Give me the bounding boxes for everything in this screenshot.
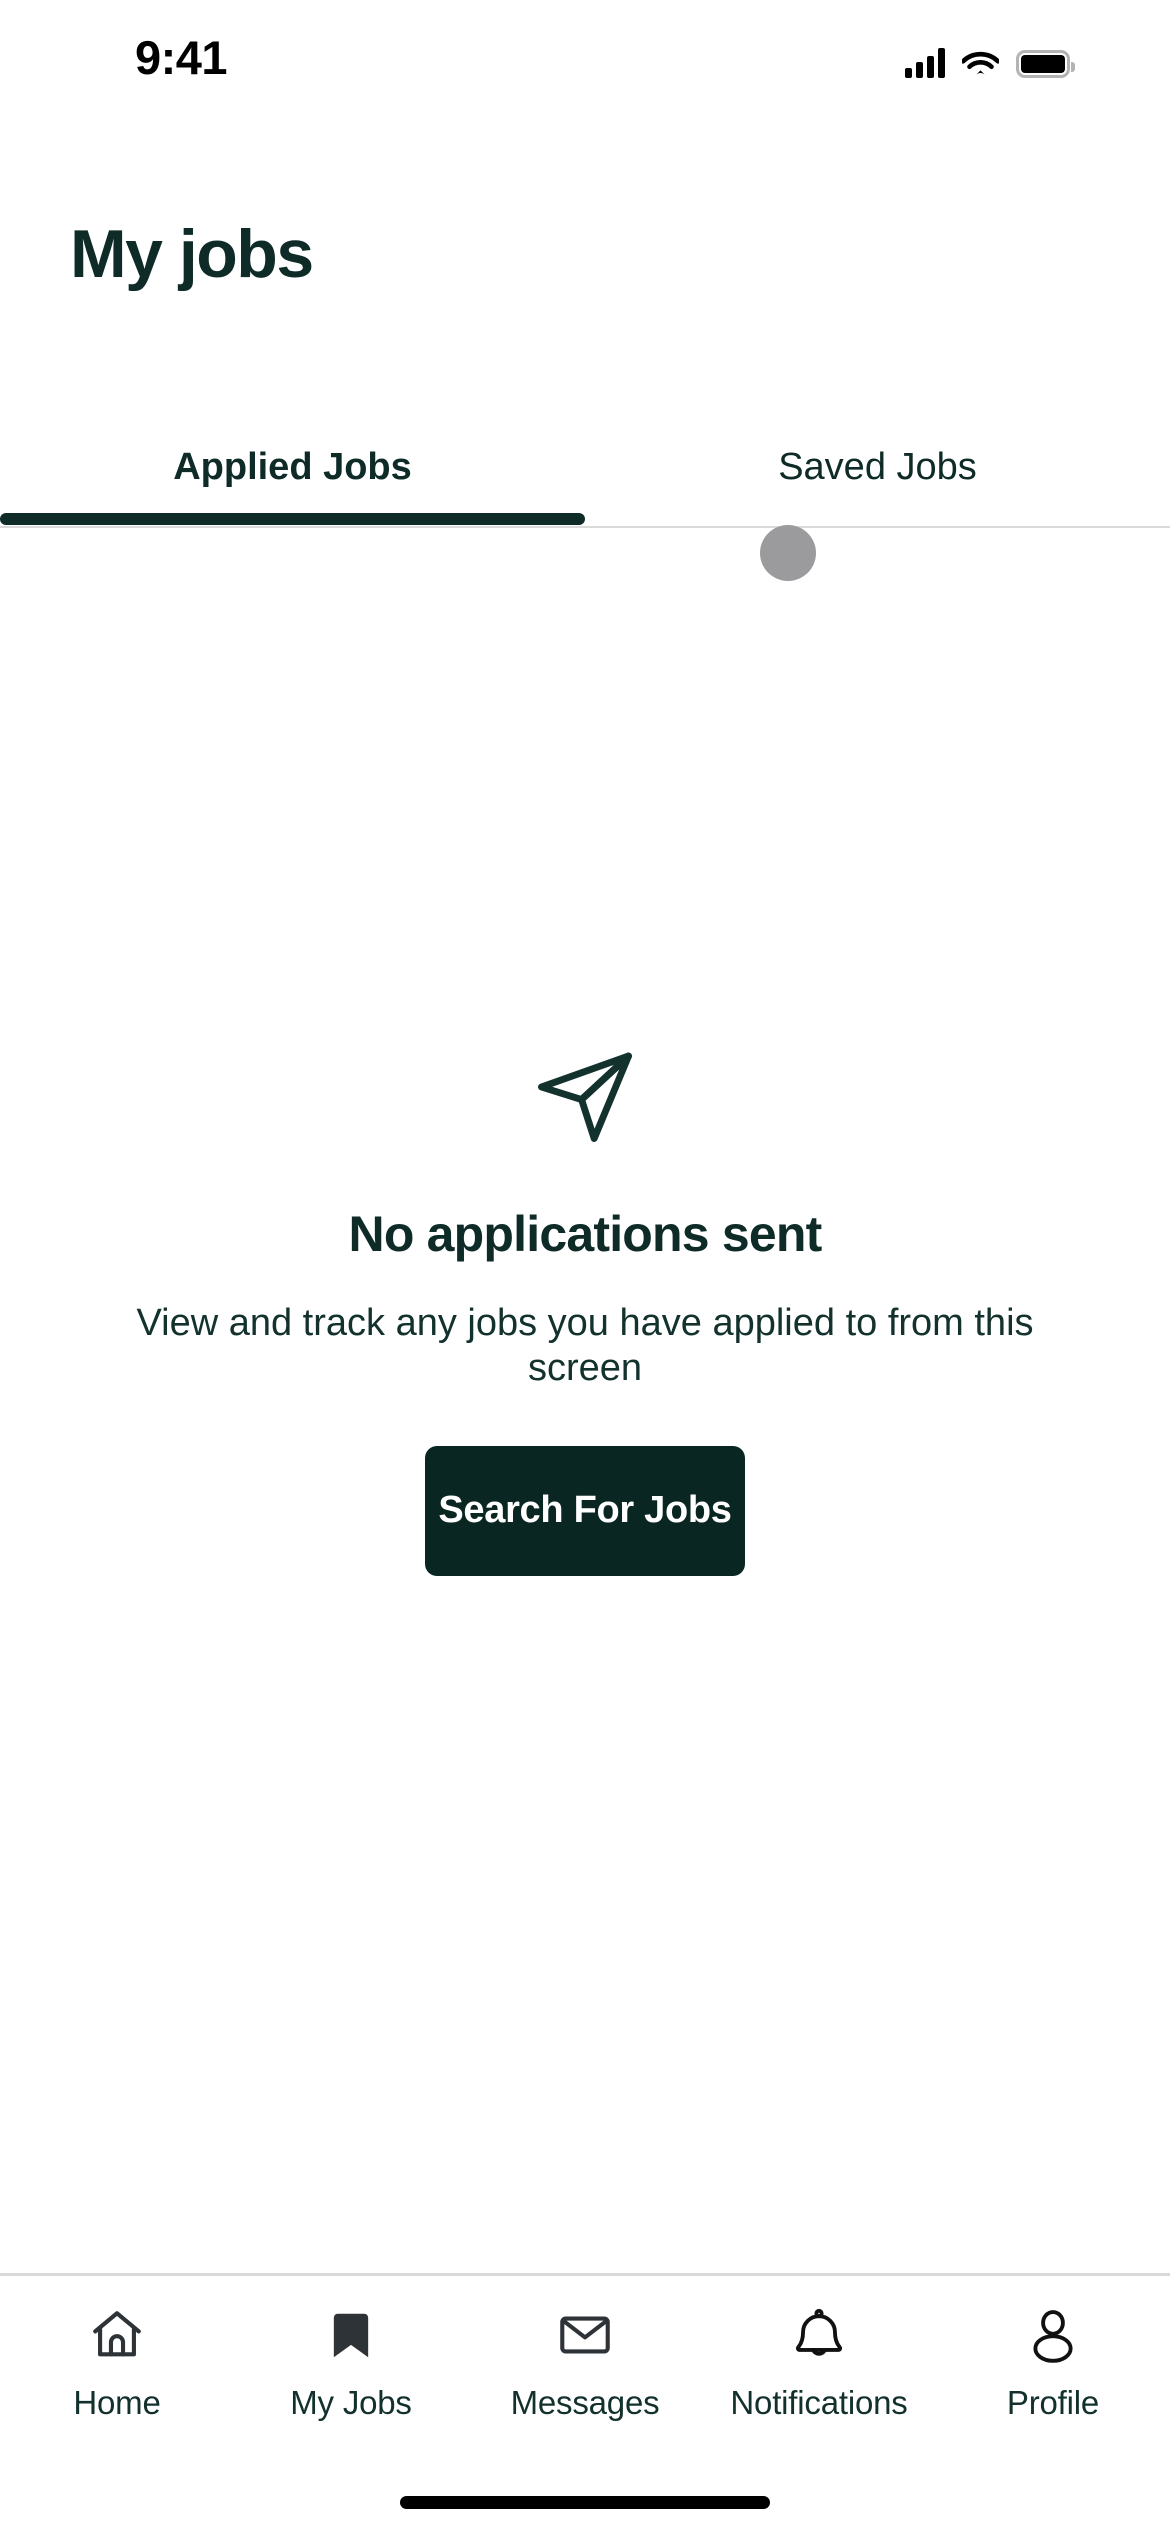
touch-pointer-indicator — [760, 525, 816, 581]
person-icon — [1022, 2304, 1084, 2366]
app-screen: 9:41 My jobs Applied Jobs Saved Jobs No … — [0, 0, 1170, 2532]
status-bar-icons — [905, 48, 1075, 78]
tab-active-indicator — [0, 513, 585, 525]
bottom-navigation-bar: Home My Jobs Messages Notifications Prof… — [0, 2273, 1170, 2532]
nav-item-notifications[interactable]: Notifications — [702, 2304, 936, 2422]
cellular-signal-icon — [905, 48, 945, 78]
nav-item-my-jobs-label: My Jobs — [290, 2384, 412, 2421]
tab-bar: Applied Jobs Saved Jobs — [0, 420, 1170, 530]
nav-item-profile-label: Profile — [1006, 2384, 1100, 2421]
envelope-icon — [554, 2304, 616, 2366]
empty-state-description: View and track any jobs you have applied… — [136, 1302, 1034, 1389]
bottom-nav-items: Home My Jobs Messages Notifications Prof… — [0, 2276, 1170, 2422]
paper-plane-icon — [538, 1052, 632, 1142]
home-indicator — [400, 2496, 770, 2509]
nav-item-home[interactable]: Home — [0, 2304, 234, 2422]
battery-full-icon — [1016, 50, 1075, 78]
bell-icon — [788, 2304, 850, 2366]
nav-item-my-jobs[interactable]: My Jobs — [234, 2304, 468, 2422]
search-for-jobs-button[interactable]: Search For Jobs — [425, 1445, 745, 1576]
nav-item-messages-label: Messages — [510, 2384, 660, 2421]
tab-divider — [0, 526, 1170, 528]
tab-saved-jobs-label: Saved Jobs — [778, 446, 977, 488]
nav-item-notifications-label: Notifications — [730, 2384, 908, 2421]
tab-applied-jobs-label: Applied Jobs — [173, 446, 412, 488]
wifi-icon — [962, 51, 999, 75]
empty-state: No applications sent View and track any … — [0, 1040, 1170, 1576]
nav-item-profile[interactable]: Profile — [936, 2304, 1170, 2422]
status-bar: 9:41 — [0, 0, 1170, 110]
empty-state-title: No applications sent — [348, 1206, 823, 1262]
tab-applied-jobs[interactable]: Applied Jobs — [0, 420, 585, 515]
page-title: My jobs — [70, 216, 314, 292]
bookmark-filled-icon — [320, 2304, 382, 2366]
tab-saved-jobs[interactable]: Saved Jobs — [585, 420, 1170, 515]
status-bar-time: 9:41 — [135, 31, 228, 84]
home-icon — [86, 2304, 148, 2366]
nav-item-home-label: Home — [73, 2384, 161, 2421]
nav-item-messages[interactable]: Messages — [468, 2304, 702, 2422]
